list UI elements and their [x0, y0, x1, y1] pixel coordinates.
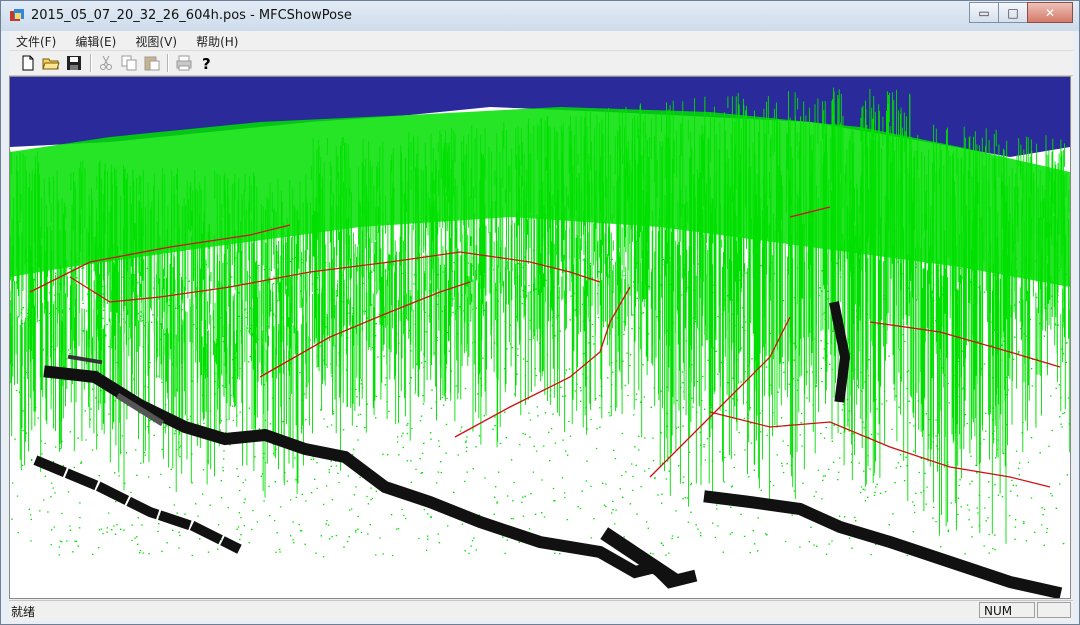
close-button[interactable]: ✕ [1027, 2, 1073, 23]
num-lock-indicator: NUM [979, 602, 1035, 618]
menu-view[interactable]: 视图(V) [128, 33, 184, 52]
menu-edit[interactable]: 编辑(E) [68, 33, 123, 52]
menu-bar: 文件(F) 编辑(E) 视图(V) 帮助(H) [9, 31, 1073, 51]
menu-help[interactable]: 帮助(H) [189, 33, 245, 52]
maximize-button[interactable]: □ [998, 2, 1028, 23]
app-icon [10, 9, 24, 21]
close-icon: ✕ [1044, 5, 1056, 20]
status-text: 就绪 [11, 605, 36, 619]
copy-icon[interactable] [120, 54, 138, 72]
maximize-icon: □ [1007, 5, 1019, 20]
toolbar-separator [90, 54, 92, 72]
minimize-icon: ▭ [978, 5, 990, 20]
status-pane [1037, 602, 1071, 618]
toolbar-separator [167, 54, 169, 72]
point-cloud-canvas[interactable] [10, 77, 1070, 598]
save-icon[interactable] [65, 54, 83, 72]
paste-icon[interactable] [143, 54, 161, 72]
minimize-button[interactable]: ▭ [969, 2, 999, 23]
cut-icon[interactable] [97, 54, 115, 72]
window-title: 2015_05_07_20_32_26_604h.pos - MFCShowPo… [31, 8, 352, 23]
svg-text:?: ? [202, 55, 211, 72]
status-bar: 就绪 NUM [9, 600, 1073, 621]
help-icon[interactable]: ? [198, 54, 216, 72]
toolbar: ? [9, 51, 1073, 76]
print-icon[interactable] [175, 54, 193, 72]
title-bar[interactable]: 2015_05_07_20_32_26_604h.pos - MFCShowPo… [1, 1, 1079, 31]
app-window: 2015_05_07_20_32_26_604h.pos - MFCShowPo… [0, 0, 1080, 625]
new-file-icon[interactable] [19, 54, 37, 72]
3d-point-cloud-view[interactable] [9, 76, 1071, 599]
menu-file[interactable]: 文件(F) [9, 33, 63, 52]
open-folder-icon[interactable] [42, 54, 60, 72]
